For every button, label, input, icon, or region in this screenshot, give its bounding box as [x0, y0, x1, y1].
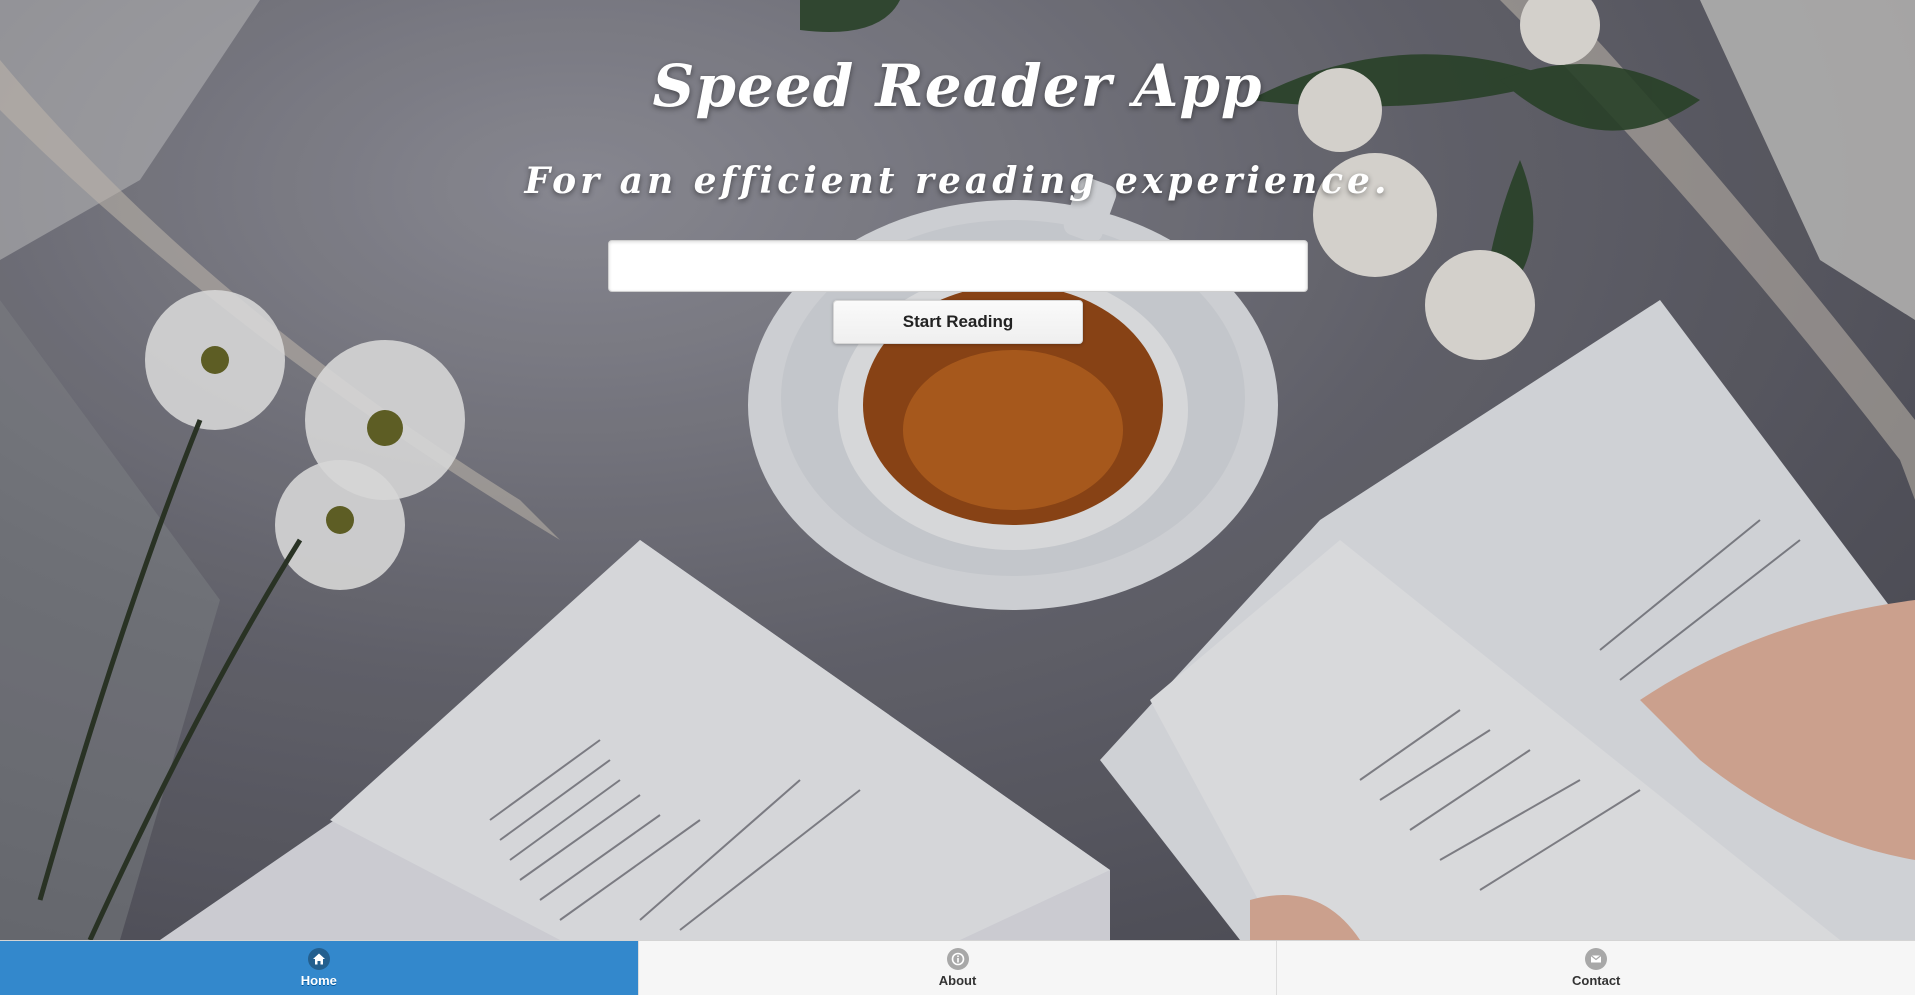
page-subtitle: For an efficient reading experience. — [524, 160, 1391, 202]
home-icon — [307, 948, 330, 970]
text-input[interactable] — [608, 240, 1308, 292]
info-icon — [946, 948, 969, 970]
nav-item-home[interactable]: Home — [0, 941, 639, 995]
nav-item-label: Contact — [1571, 973, 1621, 988]
nav-item-contact[interactable]: Contact — [1277, 941, 1915, 995]
bottom-navbar: Home About Contact — [0, 940, 1915, 995]
nav-item-about[interactable]: About — [639, 941, 1278, 995]
background-illustration — [0, 0, 1915, 940]
nav-item-label: About — [938, 973, 977, 988]
page-title: Speed Reader App — [652, 52, 1263, 120]
mail-icon — [1585, 948, 1608, 970]
app-root: Speed Reader App For an efficient readin… — [0, 0, 1915, 995]
background-image — [0, 0, 1915, 940]
start-reading-button[interactable]: Start Reading — [833, 300, 1083, 344]
nav-item-label: Home — [300, 973, 337, 988]
